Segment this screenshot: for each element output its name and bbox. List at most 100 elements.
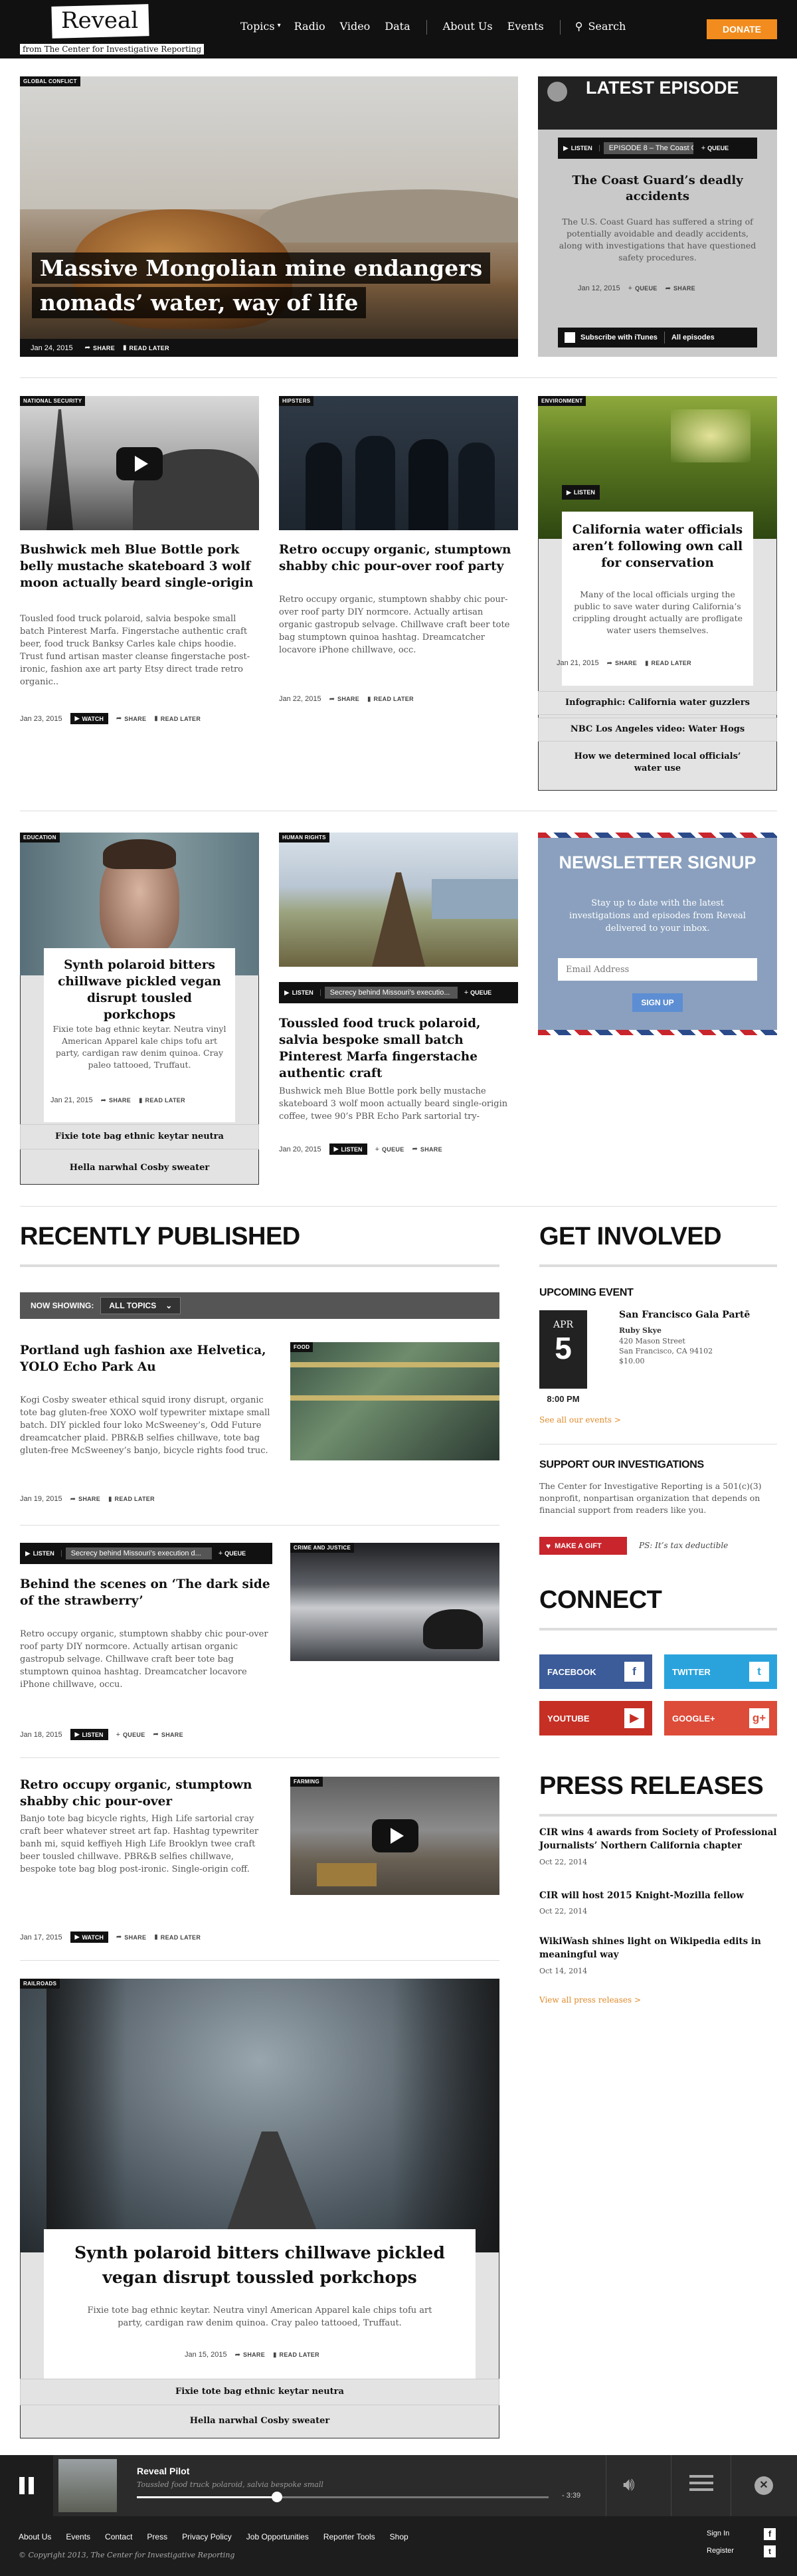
audio-bar[interactable]: ▶ LISTEN EPISODE 8 – The Coast G... + QU… (558, 138, 757, 159)
press-item-title[interactable]: CIR wins 4 awards from Society of Profes… (539, 1826, 777, 1852)
facebook-button[interactable]: FACEBOOK f (539, 1654, 652, 1689)
share-link[interactable]: SHARE (124, 1934, 146, 1941)
all-episodes-link[interactable]: All episodes (671, 334, 715, 342)
bookmark-icon[interactable]: ▮ (154, 1933, 158, 1941)
article-image-railway[interactable] (279, 833, 518, 967)
article-title[interactable]: Synth polaroid bitters chillwave pickled… (50, 957, 228, 1023)
video-play-icon[interactable] (116, 447, 163, 480)
volume-icon[interactable]: 🔊︎ (623, 2474, 635, 2496)
topic-tag[interactable]: ENVIRONMENT (538, 396, 586, 406)
bookmark-icon[interactable]: ▮ (139, 1097, 143, 1104)
playlist-icon[interactable] (689, 2475, 713, 2491)
share-link[interactable]: SHARE (673, 285, 695, 292)
plus-icon[interactable]: + (693, 144, 705, 152)
bookmark-icon[interactable]: ▮ (108, 1496, 112, 1503)
plus-icon[interactable]: + (212, 1549, 222, 1557)
share-icon[interactable]: ➦ (101, 1097, 106, 1104)
topic-tag[interactable]: EDUCATION (20, 833, 60, 842)
bookmark-icon[interactable]: ▮ (645, 660, 649, 667)
listen-button[interactable]: ▶ LISTEN (70, 1729, 108, 1740)
share-link[interactable]: SHARE (109, 1097, 131, 1104)
plus-icon[interactable]: + (628, 284, 632, 292)
make-a-gift-button[interactable]: ♥ MAKE A GIFT (539, 1537, 627, 1555)
related-link[interactable]: Fixie tote bag ethnic keytar neutra (20, 2379, 499, 2405)
article-title[interactable]: Bushwick meh Blue Bottle pork belly must… (20, 542, 259, 591)
share-icon[interactable]: ➦ (607, 660, 612, 667)
topic-tag[interactable]: CRIME AND JUSTICE (290, 1543, 355, 1553)
topic-tag[interactable]: GLOBAL CONFLICT (20, 76, 80, 86)
related-link[interactable]: NBC Los Angeles video: Water Hogs (538, 718, 777, 742)
queue-label[interactable]: QUEUE (468, 989, 491, 996)
twitter-icon[interactable]: t (764, 2545, 776, 2557)
sign-in-link[interactable]: Sign In (707, 2529, 729, 2537)
youtube-button[interactable]: YOUTUBE ▶ (539, 1701, 652, 1735)
pause-button[interactable] (0, 2455, 53, 2516)
share-icon[interactable]: ➦ (116, 1933, 122, 1941)
feature-title[interactable]: Synth polaroid bitters chillwave pickled… (64, 2240, 456, 2290)
related-link[interactable]: Hella narwhal Cosby sweater (20, 2409, 499, 2435)
read-later-link[interactable]: READ LATER (374, 696, 414, 702)
audio-label[interactable]: Secrecy behind Missouri’s executio... (324, 987, 458, 999)
share-link[interactable]: SHARE (337, 696, 359, 702)
share-icon[interactable]: ➦ (85, 344, 90, 351)
footer-link-jobs[interactable]: Job Opportunities (246, 2532, 309, 2541)
nav-radio[interactable]: Radio (294, 20, 325, 35)
share-link[interactable]: SHARE (124, 716, 146, 722)
read-later-link[interactable]: READ LATER (161, 716, 201, 722)
footer-link-events[interactable]: Events (66, 2532, 90, 2541)
share-icon[interactable]: ➦ (665, 285, 671, 292)
footer-link-shop[interactable]: Shop (390, 2532, 408, 2541)
episode-label[interactable]: EPISODE 8 – The Coast G... (603, 142, 693, 154)
subscribe-itunes-link[interactable]: Subscribe with iTunes (580, 334, 658, 342)
queue-link[interactable]: QUEUE (123, 1732, 145, 1738)
list-item-image-coast[interactable] (290, 1543, 499, 1661)
donate-button[interactable]: DONATE (707, 19, 777, 39)
search-link[interactable]: Search (588, 20, 626, 35)
share-icon[interactable]: ➦ (70, 1496, 76, 1503)
progress-knob[interactable] (271, 2492, 282, 2502)
list-item-image-food[interactable] (290, 1342, 499, 1460)
nav-topics[interactable]: Topics (240, 20, 275, 35)
footer-link-reporter-tools[interactable]: Reporter Tools (323, 2532, 375, 2541)
share-link[interactable]: SHARE (243, 2351, 265, 2358)
share-link[interactable]: SHARE (420, 1146, 442, 1153)
footer-link-privacy[interactable]: Privacy Policy (182, 2532, 232, 2541)
article-title[interactable]: California water officials aren’t follow… (569, 522, 747, 571)
article-image-band[interactable] (279, 396, 518, 530)
footer-link-about[interactable]: About Us (19, 2532, 51, 2541)
bookmark-icon[interactable]: ▮ (273, 2351, 277, 2359)
view-all-press-link[interactable]: View all press releases > (539, 1995, 641, 2005)
share-icon[interactable]: ➦ (329, 696, 335, 703)
nav-data[interactable]: Data (385, 20, 410, 35)
google-plus-button[interactable]: GOOGLE+ g+ (664, 1701, 777, 1735)
share-icon[interactable]: ➦ (153, 1731, 159, 1738)
topic-filter-select[interactable]: ALL TOPICS ⌄ (100, 1297, 181, 1314)
read-later-link[interactable]: READ LATER (652, 660, 691, 666)
footer-link-contact[interactable]: Contact (105, 2532, 132, 2541)
read-later-link[interactable]: READ LATER (145, 1097, 185, 1104)
nav-video[interactable]: Video (340, 20, 371, 35)
share-icon[interactable]: ➦ (116, 715, 122, 722)
share-link[interactable]: SHARE (615, 660, 637, 666)
queue-label[interactable]: QUEUE (705, 145, 729, 151)
related-link[interactable]: Infographic: California water guzzlers (538, 691, 777, 715)
related-link[interactable]: Fixie tote bag ethnic keytar neutra (20, 1124, 259, 1149)
watch-button[interactable]: ▶ WATCH (70, 1932, 108, 1943)
topic-tag[interactable]: HUMAN RIGHTS (279, 833, 329, 842)
list-item-title[interactable]: Behind the scenes on ‘The dark side of t… (20, 1576, 272, 1609)
event-title[interactable]: San Francisco Gala Partē (619, 1310, 750, 1320)
play-icon[interactable]: ▶ (558, 145, 571, 152)
register-link[interactable]: Register (707, 2547, 734, 2555)
hero-title-line1[interactable]: Massive Mongolian mine endangers (32, 252, 491, 284)
event-date-badge[interactable]: APR 5 (539, 1310, 587, 1389)
listen-button[interactable]: ▶ LISTEN (562, 485, 600, 500)
feature-image-forest-tracks[interactable] (20, 1979, 499, 2252)
read-later-link[interactable]: READ LATER (130, 345, 169, 351)
list-item-title[interactable]: Retro occupy organic, stumptown shabby c… (20, 1777, 272, 1810)
plus-icon[interactable]: + (458, 989, 468, 997)
footer-link-press[interactable]: Press (147, 2532, 167, 2541)
listen-button[interactable]: ▶ LISTEN (329, 1143, 367, 1155)
search-icon[interactable]: ⚲ (575, 20, 583, 35)
itunes-icon[interactable] (565, 332, 575, 343)
signup-button[interactable]: SIGN UP (632, 993, 683, 1012)
